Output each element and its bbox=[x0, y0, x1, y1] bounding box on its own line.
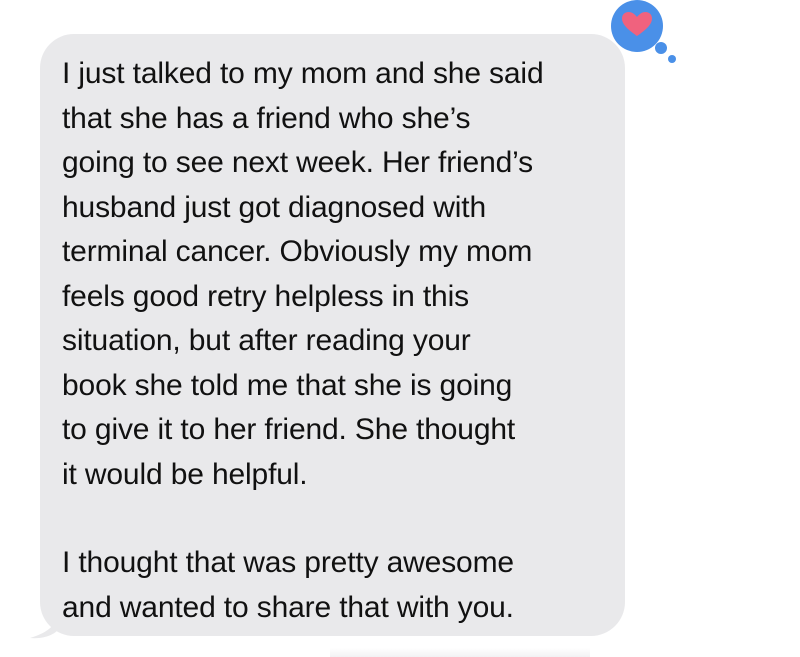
message-paragraph-2: I thought that was pretty awesome and wa… bbox=[62, 546, 514, 624]
message-thread: I just talked to my mom and she said tha… bbox=[0, 0, 800, 657]
heart-reaction-badge[interactable] bbox=[605, 0, 680, 65]
message-paragraph-1: I just talked to my mom and she said tha… bbox=[62, 57, 544, 491]
keyboard-edge bbox=[330, 648, 590, 657]
reaction-bubble-tail-large bbox=[655, 42, 667, 54]
received-message-bubble[interactable]: I just talked to my mom and she said tha… bbox=[40, 34, 625, 636]
reaction-bubble-tail-small bbox=[668, 55, 676, 63]
